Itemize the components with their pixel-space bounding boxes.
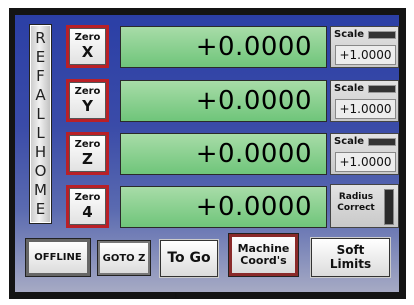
ref-all-home-letter: E (35, 48, 46, 66)
ref-all-home-letter: L (36, 124, 45, 142)
machine-coords-button[interactable]: Machine Coord's (229, 234, 298, 276)
zero-z-button[interactable]: Zero Z (66, 132, 109, 175)
scale-z-box: Scale +1.0000 (330, 133, 399, 175)
ref-all-home-letter: E (35, 200, 46, 218)
zero-z-face: Zero Z (69, 135, 106, 172)
dro-4-value: +0.0000 (195, 192, 312, 222)
zero-label: Zero (74, 86, 101, 97)
to-go-button[interactable]: To Go (160, 240, 218, 277)
scale-x-field[interactable]: +1.0000 (335, 45, 396, 65)
dro-x-value: +0.0000 (195, 32, 312, 62)
ref-all-home-letter: L (36, 105, 45, 123)
scale-title: Scale (334, 136, 365, 147)
axis-letter: 4 (82, 203, 93, 221)
soft-limits-button[interactable]: Soft Limits (311, 238, 390, 277)
dro-4-display: +0.0000 (120, 186, 327, 228)
axis-letter: Y (82, 97, 93, 115)
zero-label: Zero (74, 139, 101, 150)
scale-y-field[interactable]: +1.0000 (335, 99, 396, 119)
ref-all-home-button[interactable]: R E F A L L H O M E (29, 24, 52, 224)
scale-title: Scale (334, 29, 365, 40)
cursor-marker-icon: ⊥ (172, 292, 180, 302)
dro-z-value: +0.0000 (195, 139, 312, 169)
scale-indicator (368, 31, 396, 39)
dro-y-display: +0.0000 (120, 80, 327, 122)
offline-button[interactable]: OFFLINE (26, 239, 90, 276)
ref-all-home-letter: H (34, 143, 47, 161)
axis-letter: X (81, 43, 94, 61)
goto-z-label: GOTO Z (102, 252, 146, 264)
offline-label: OFFLINE (34, 252, 82, 263)
scale-title: Scale (334, 83, 365, 94)
ref-all-home-letter: O (34, 162, 47, 180)
zero-y-face: Zero Y (69, 82, 106, 119)
dro-z-display: +0.0000 (120, 133, 327, 175)
axis-letter: Z (82, 150, 93, 168)
scale-indicator (368, 138, 396, 146)
machine-coords-label: Machine Coord's (237, 241, 290, 267)
scale-indicator (368, 85, 396, 93)
zero-4-face: Zero 4 (69, 188, 106, 225)
radius-correct-label: Radius Correct (337, 192, 375, 214)
ref-all-home-letter: F (36, 67, 45, 85)
zero-x-face: Zero X (69, 28, 106, 65)
to-go-label: To Go (167, 249, 211, 266)
dro-y-value: +0.0000 (195, 86, 312, 116)
zero-4-button[interactable]: Zero 4 (66, 185, 109, 228)
scale-z-field[interactable]: +1.0000 (335, 152, 396, 172)
radius-correct-led (384, 189, 394, 225)
radius-correct-button[interactable]: Radius Correct (330, 184, 399, 228)
soft-limits-label: Soft Limits (329, 243, 372, 271)
scale-y-box: Scale +1.0000 (330, 80, 399, 122)
scale-x-box: Scale +1.0000 (330, 26, 399, 68)
zero-label: Zero (74, 192, 101, 203)
ref-all-home-letter: R (35, 29, 46, 47)
ref-all-home-letter: M (34, 181, 47, 199)
goto-z-button[interactable]: GOTO Z (98, 241, 150, 275)
ref-all-home-letter: A (35, 86, 46, 104)
zero-label: Zero (74, 32, 101, 43)
dro-x-display: +0.0000 (120, 26, 327, 68)
zero-y-button[interactable]: Zero Y (66, 79, 109, 122)
zero-x-button[interactable]: Zero X (66, 25, 109, 68)
